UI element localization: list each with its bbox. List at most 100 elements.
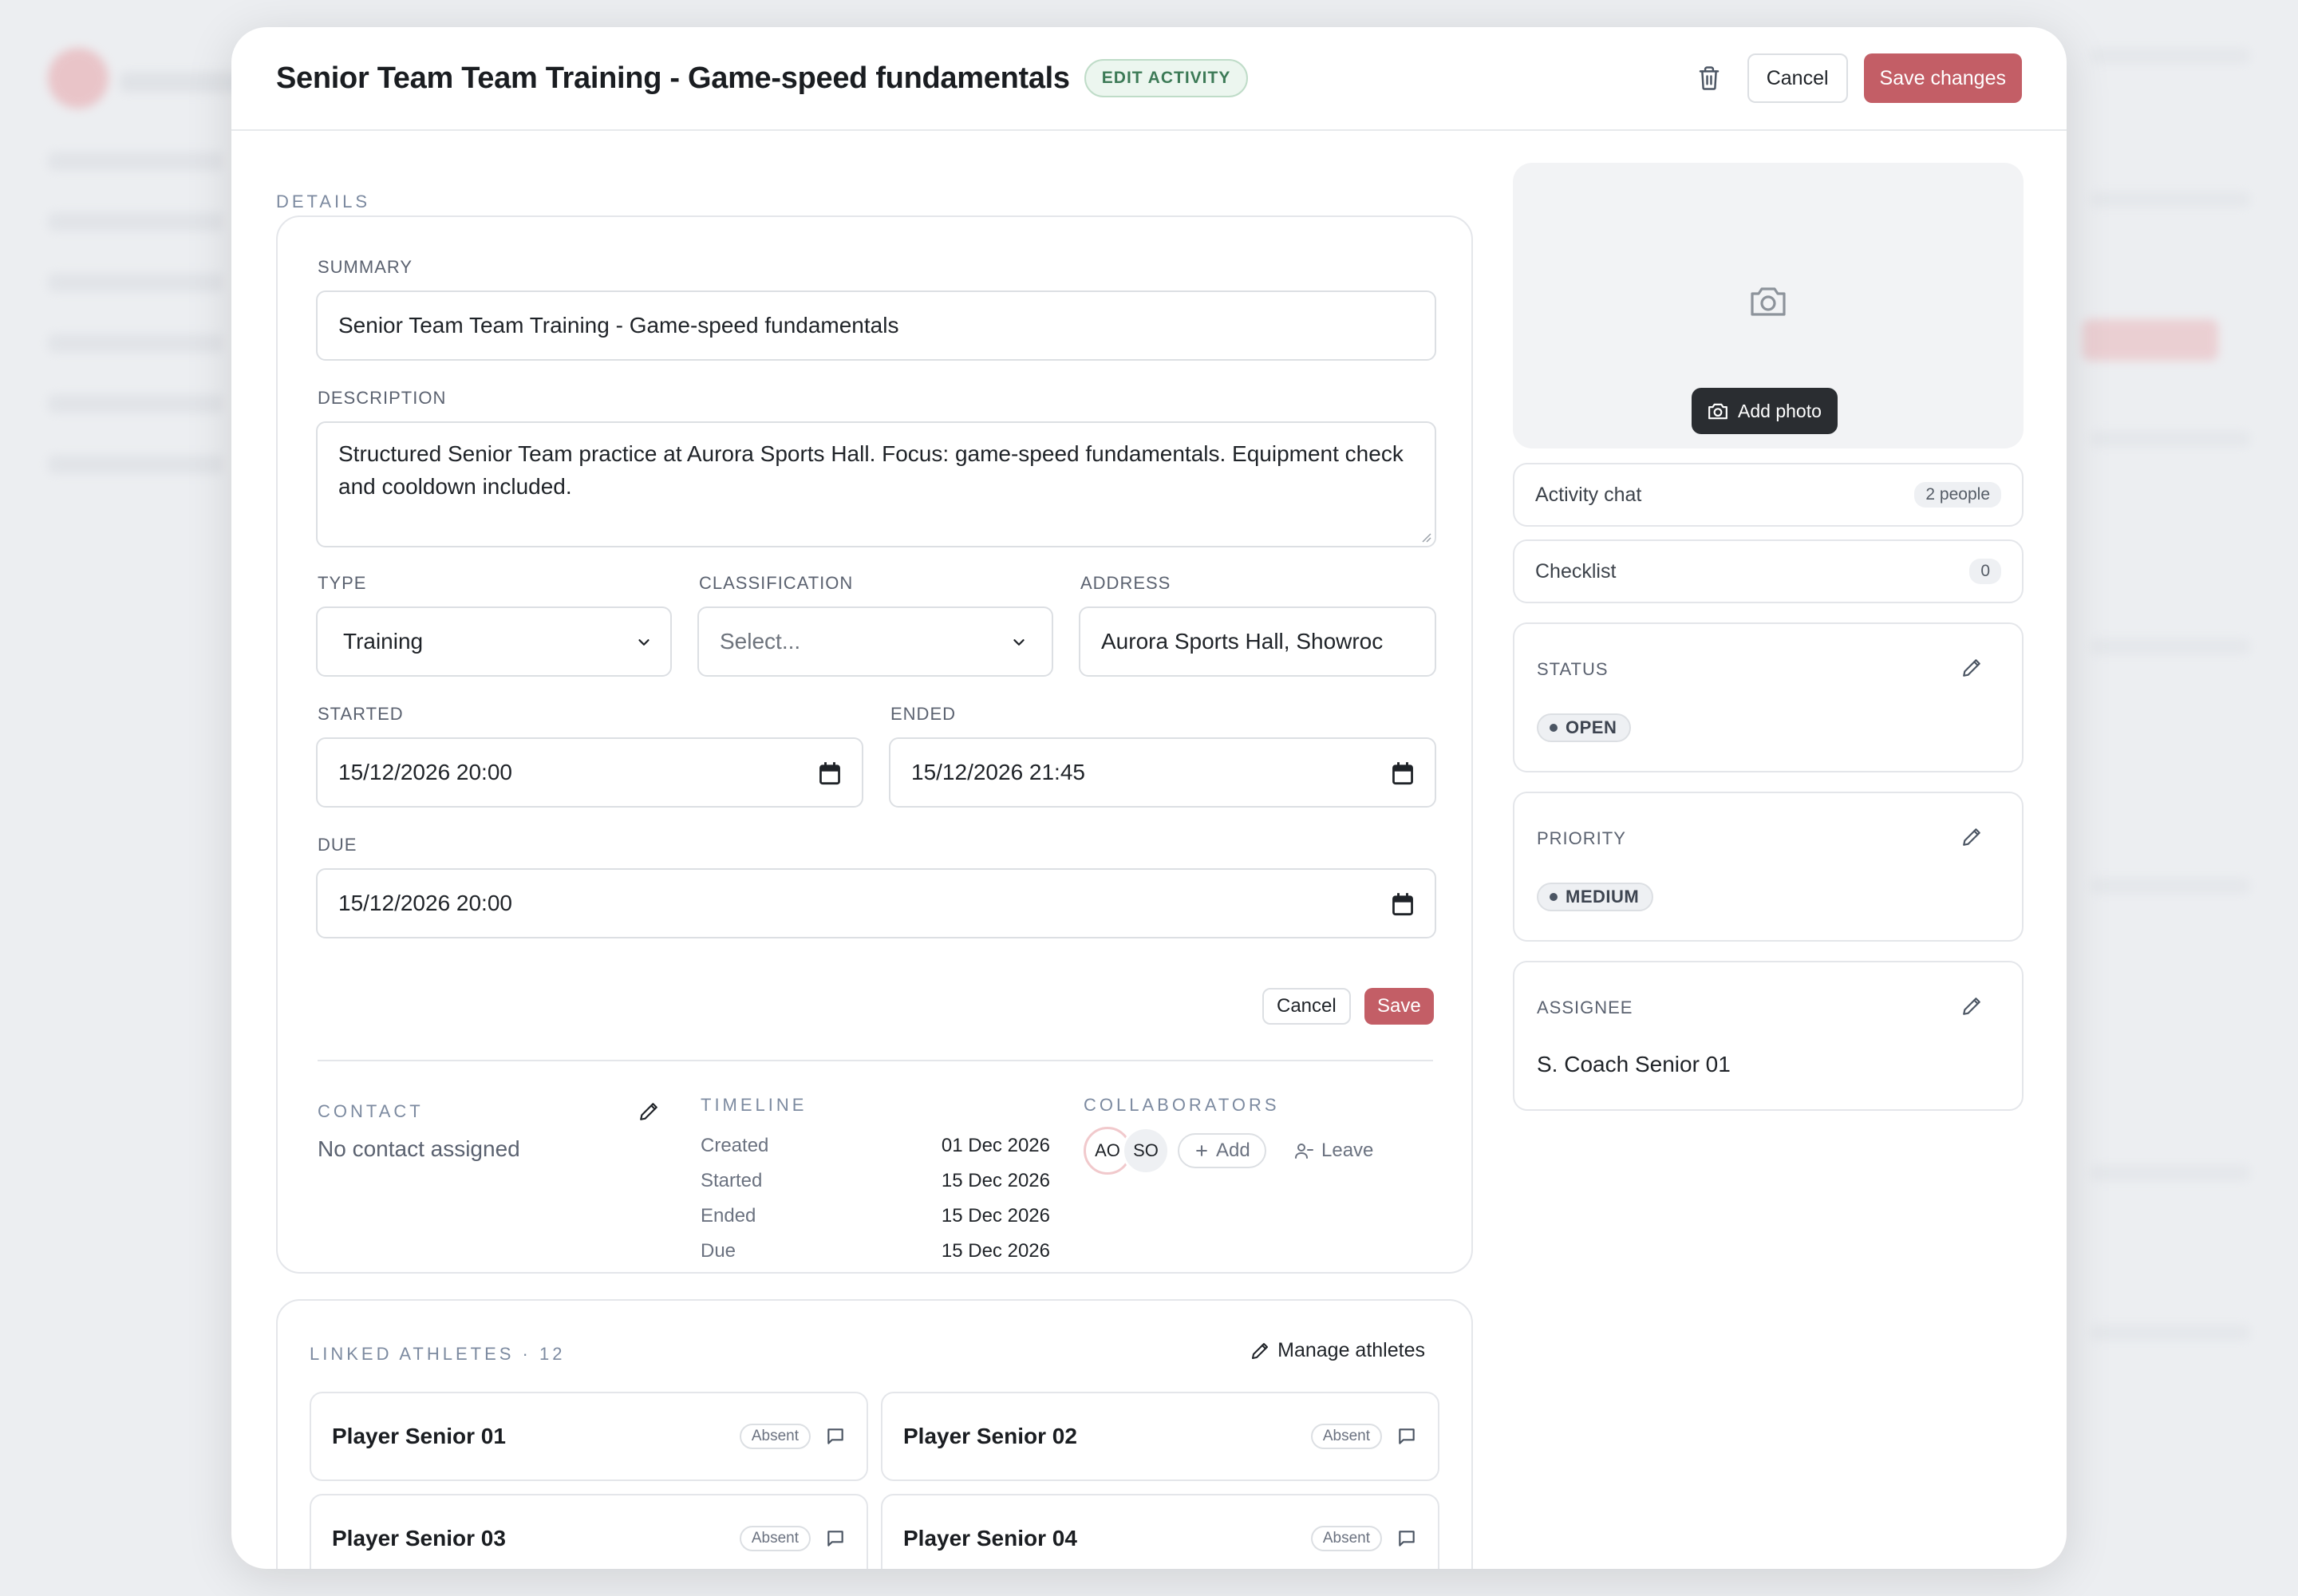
summary-value: Senior Team Team Training - Game-speed f… [338, 313, 899, 338]
message-square-icon [1399, 1428, 1415, 1444]
leave-button[interactable]: Leave [1294, 1133, 1373, 1168]
background-row [2091, 1165, 2250, 1181]
background-nav-item [48, 212, 223, 231]
classification-select[interactable]: Select... [697, 606, 1053, 677]
camera-icon [1751, 287, 1786, 316]
status-badge: OPEN [1537, 713, 1632, 742]
calendar-icon[interactable] [1392, 761, 1414, 785]
checklist-row[interactable]: Checklist 0 [1513, 539, 2024, 603]
timeline-label: TIMELINE [701, 1095, 807, 1115]
edit-activity-modal: Senior Team Team Training - Game-speed f… [231, 27, 2067, 1569]
ended-datetime-input[interactable]: 15/12/2026 21:45 [889, 737, 1436, 808]
ended-label: ENDED [890, 704, 957, 724]
background-button [2083, 319, 2218, 361]
message-button[interactable] [825, 1426, 846, 1447]
description-value: Structured Senior Team practice at Auror… [338, 441, 1404, 499]
leave-label: Leave [1321, 1140, 1374, 1161]
linked-athletes-card: LINKED ATHLETES · 12 Manage athletes Pla… [276, 1299, 1473, 1569]
form-cancel-button[interactable]: Cancel [1262, 988, 1351, 1025]
address-label: ADDRESS [1080, 573, 1171, 593]
form-divider [318, 1060, 1433, 1061]
contact-value: No contact assigned [318, 1136, 520, 1161]
manage-athletes-button[interactable]: Manage athletes [1250, 1339, 1425, 1362]
athlete-card[interactable]: Player Senior 04 Absent [881, 1494, 1439, 1569]
photo-dropzone[interactable]: Add photo [1513, 163, 2024, 448]
background-nav-item [48, 273, 223, 292]
activity-chat-row[interactable]: Activity chat 2 people [1513, 463, 2024, 527]
add-photo-button[interactable]: Add photo [1692, 388, 1838, 434]
athlete-card[interactable]: Player Senior 01 Absent [310, 1392, 868, 1481]
description-textarea[interactable]: Structured Senior Team practice at Auror… [316, 421, 1436, 547]
summary-input[interactable]: Senior Team Team Training - Game-speed f… [316, 290, 1436, 361]
add-collaborator-button[interactable]: Add [1178, 1133, 1266, 1168]
cancel-button[interactable]: Cancel [1747, 53, 1848, 103]
athlete-name: Player Senior 02 [903, 1424, 1077, 1448]
status-badge: Absent [1310, 1424, 1382, 1449]
calendar-icon[interactable] [819, 761, 841, 785]
due-datetime-input[interactable]: 15/12/2026 20:00 [316, 868, 1436, 938]
activity-chat-label: Activity chat [1535, 483, 1642, 506]
athlete-name: Player Senior 01 [332, 1424, 506, 1448]
message-square-icon [1399, 1531, 1415, 1547]
trash-icon [1699, 66, 1720, 90]
timeline-created-value: 01 Dec 2026 [941, 1135, 1050, 1156]
modal-title: Senior Team Team Training - Game-speed f… [276, 61, 1070, 95]
timeline-created-label: Created [701, 1135, 769, 1156]
background-nav-item [48, 334, 223, 353]
assignee-card: ASSIGNEE S. Coach Senior 01 [1513, 961, 2024, 1111]
due-value: 15/12/2026 20:00 [338, 891, 512, 915]
details-section-label: DETAILS [276, 192, 371, 211]
activity-chat-count: 2 people [1914, 482, 2001, 508]
status-card: STATUS OPEN [1513, 622, 2024, 772]
background-logo [48, 48, 109, 109]
athlete-card[interactable]: Player Senior 03 Absent [310, 1494, 868, 1569]
background-logo-text [120, 72, 247, 93]
status-dot [1550, 724, 1558, 732]
message-button[interactable] [1396, 1528, 1417, 1549]
athlete-name: Player Senior 04 [903, 1526, 1077, 1551]
message-button[interactable] [825, 1528, 846, 1549]
started-value: 15/12/2026 20:00 [338, 760, 512, 784]
started-datetime-input[interactable]: 15/12/2026 20:00 [316, 737, 863, 808]
background-row [2091, 48, 2250, 64]
type-select[interactable]: Training [316, 606, 672, 677]
chevron-down-icon [638, 639, 650, 646]
timeline-ended-value: 15 Dec 2026 [941, 1205, 1050, 1227]
address-input[interactable]: Aurora Sports Hall, Showroc [1079, 606, 1436, 677]
delete-button[interactable] [1687, 56, 1731, 101]
chevron-down-icon [1013, 639, 1025, 646]
pencil-icon[interactable] [638, 1101, 659, 1122]
summary-label: SUMMARY [318, 257, 413, 277]
edit-activity-badge: EDIT ACTIVITY [1084, 59, 1249, 97]
resize-handle-icon[interactable] [1419, 530, 1431, 543]
athlete-card[interactable]: Player Senior 02 Absent [881, 1392, 1439, 1481]
add-photo-label: Add photo [1738, 400, 1822, 421]
calendar-icon[interactable] [1392, 892, 1414, 916]
header-actions: Cancel Save changes [1687, 53, 2022, 103]
message-square-icon [827, 1428, 843, 1444]
assignee-label: ASSIGNEE [1537, 998, 1633, 1017]
pencil-icon[interactable] [1961, 827, 1982, 847]
checklist-count: 0 [1969, 559, 2001, 584]
classification-placeholder: Select... [720, 629, 801, 654]
form-save-button[interactable]: Save [1364, 988, 1434, 1025]
contact-label: CONTACT [318, 1101, 424, 1121]
modal-header: Senior Team Team Training - Game-speed f… [231, 27, 2067, 131]
priority-value: MEDIUM [1566, 887, 1640, 907]
background-nav-item [48, 455, 223, 474]
pencil-icon[interactable] [1961, 658, 1982, 678]
description-label: DESCRIPTION [318, 388, 447, 408]
save-changes-button[interactable]: Save changes [1863, 53, 2022, 103]
priority-badge: MEDIUM [1537, 883, 1654, 911]
timeline-started-value: 15 Dec 2026 [941, 1170, 1050, 1191]
timeline-ended-label: Ended [701, 1205, 756, 1227]
message-square-icon [827, 1531, 843, 1547]
avatar[interactable]: SO [1122, 1127, 1170, 1175]
address-value: Aurora Sports Hall, Showroc [1101, 629, 1384, 654]
checklist-label: Checklist [1535, 559, 1617, 583]
camera-icon [1708, 403, 1727, 420]
pencil-icon[interactable] [1961, 996, 1982, 1017]
pencil-icon [1252, 1342, 1269, 1359]
message-button[interactable] [1396, 1426, 1417, 1447]
background-row [2091, 638, 2250, 654]
